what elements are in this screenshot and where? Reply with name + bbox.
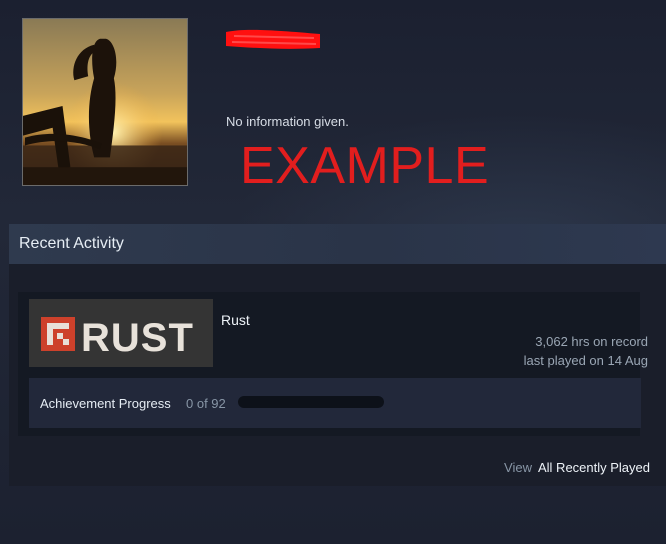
game-card-rust: RUST Rust 3,062 hrs on record last playe…: [18, 292, 648, 436]
profile-summary: No information given.: [226, 114, 349, 129]
redacted-username: [224, 26, 322, 52]
recent-activity-title: Recent Activity: [19, 235, 124, 252]
achievement-progress-label: Achievement Progress: [40, 396, 171, 411]
achievement-progress-box[interactable]: Achievement Progress 0 of 92: [29, 378, 641, 428]
recent-activity-header: Recent Activity: [9, 224, 666, 264]
last-played: last played on 14 Aug: [523, 353, 648, 368]
hours-on-record: 3,062 hrs on record: [535, 334, 648, 349]
avatar-sunset-image: [23, 19, 187, 185]
rust-logo-icon: RUST: [29, 299, 213, 367]
rust-logo-text: RUST: [81, 316, 194, 360]
rust-game-logo[interactable]: RUST: [29, 299, 213, 367]
view-word: View: [504, 460, 532, 475]
game-name[interactable]: Rust: [221, 312, 250, 328]
all-recently-played-link[interactable]: All Recently Played: [538, 460, 650, 475]
view-all-recently-played[interactable]: View All Recently Played: [504, 460, 650, 475]
achievement-count: 0 of 92: [186, 396, 226, 411]
example-overlay-text: EXAMPLE: [240, 137, 490, 195]
profile-avatar[interactable]: [22, 18, 188, 186]
achievement-progress-bar: [238, 396, 384, 408]
recent-activity-panel: Recent Activity RUST Rust 3,062 hrs on r…: [9, 224, 666, 486]
